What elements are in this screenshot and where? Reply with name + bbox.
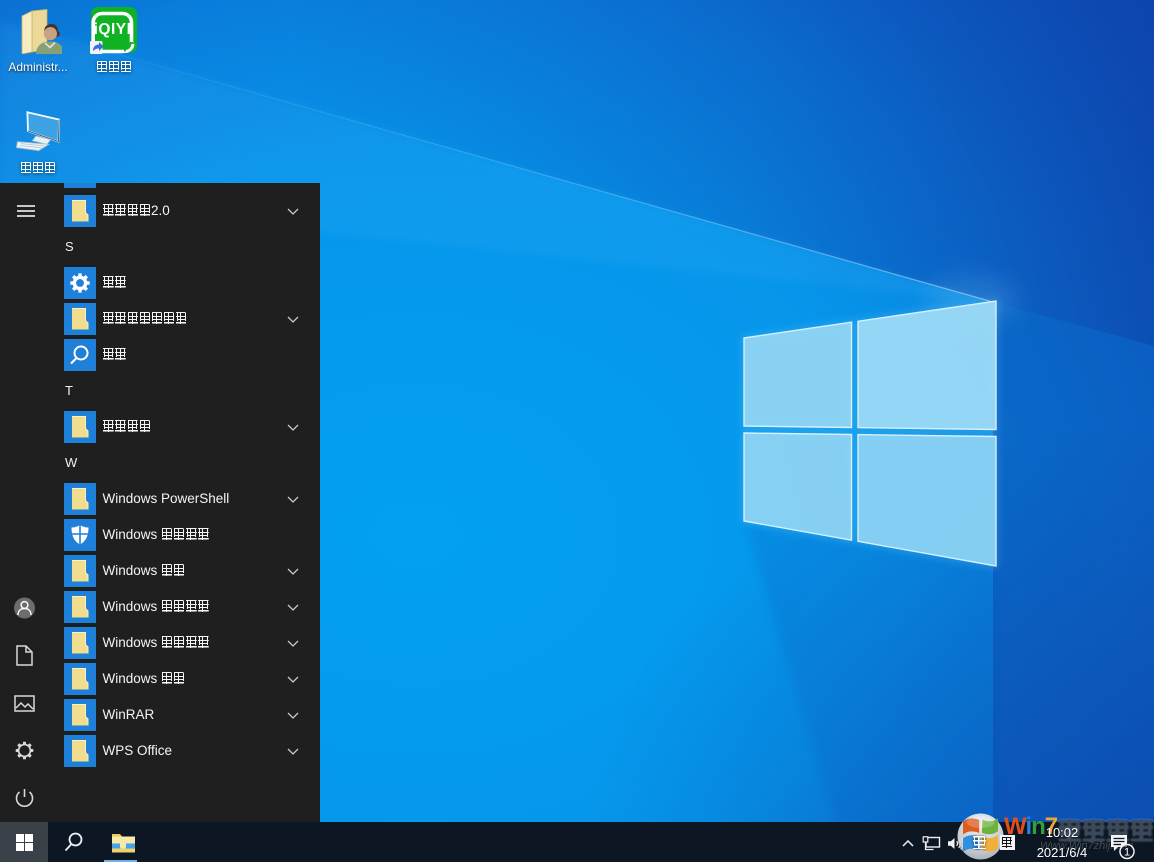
svg-text:iQIYI: iQIYI — [94, 21, 132, 38]
svg-text:1: 1 — [1124, 847, 1130, 859]
